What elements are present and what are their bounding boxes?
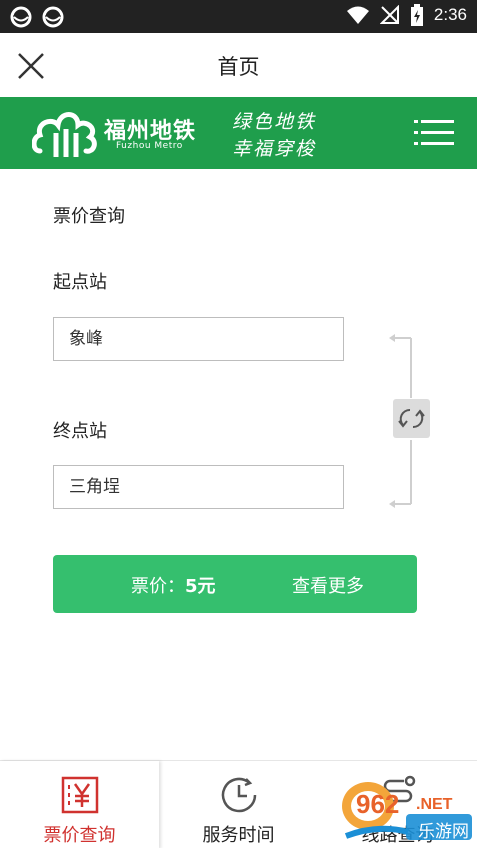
section-title: 票价查询 [53, 206, 125, 227]
app-notification-icon [42, 6, 64, 28]
battery-charging-icon [410, 4, 423, 26]
slogan-line-1: 绿色地铁 [232, 111, 317, 133]
nav-item-fare-query[interactable]: 票价查询 [0, 761, 159, 848]
swap-stations-button[interactable] [393, 399, 430, 438]
route-icon [380, 775, 416, 813]
page-title: 首页 [217, 55, 260, 79]
no-signal-icon [379, 5, 399, 24]
wifi-icon [346, 6, 369, 24]
start-station-field[interactable]: 象峰 [53, 317, 344, 361]
nav-label-fare-query: 票价查询 [43, 825, 116, 846]
slogan-line-2: 幸福穿梭 [232, 138, 317, 160]
end-station-field[interactable]: 三角埕 [53, 465, 344, 509]
hamburger-menu-icon [414, 120, 454, 145]
end-station-label: 终点站 [53, 421, 107, 442]
price-result-bar: 票价： 5元 查看更多 [53, 555, 417, 613]
price-value: 5元 [185, 576, 216, 597]
status-time: 2:36 [433, 5, 467, 24]
status-bar: 2:36 [0, 0, 477, 33]
bottom-nav: 票价查询 服务时间 线路查询 [0, 760, 477, 848]
app-notification-icon [10, 6, 32, 28]
price-label: 票价： [131, 576, 185, 597]
nav-item-route-query[interactable]: 线路查询 [318, 761, 477, 848]
ticket-yuan-icon [61, 776, 99, 814]
menu-button[interactable] [414, 118, 454, 148]
swap-icon [398, 408, 425, 429]
brand-banner: 福州地铁 Fuzhou Metro 绿色地铁 幸福穿梭 [0, 97, 477, 169]
nav-label-route-query: 线路查询 [361, 825, 434, 846]
price-display: 票价： 5元 [131, 572, 216, 598]
clock-icon [221, 777, 257, 813]
view-more-button[interactable]: 查看更多 [292, 572, 364, 598]
nav-label-service-time: 服务时间 [202, 825, 275, 846]
nav-item-service-time[interactable]: 服务时间 [159, 761, 318, 848]
app-header: 首页 [0, 33, 477, 97]
start-station-label: 起点站 [53, 272, 107, 293]
metro-logo-icon [32, 112, 97, 157]
logo-text-en: Fuzhou Metro [116, 141, 183, 151]
